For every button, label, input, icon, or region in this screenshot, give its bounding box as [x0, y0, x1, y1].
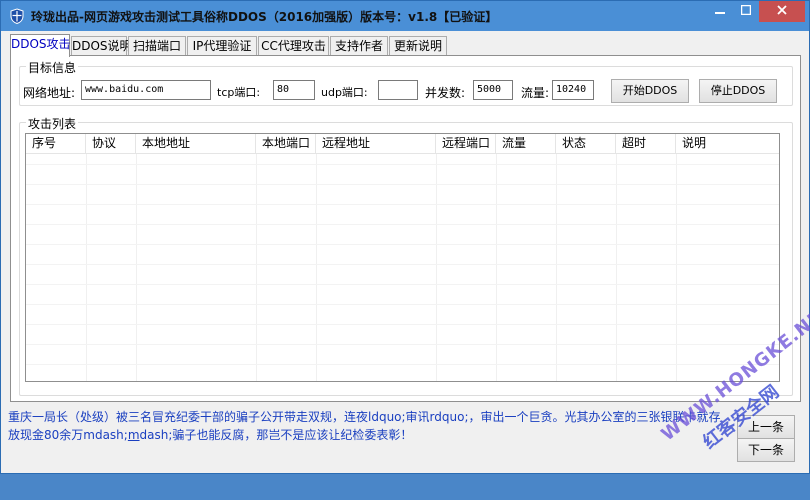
grid-line: [616, 154, 617, 381]
tab-update-notes[interactable]: 更新说明: [389, 36, 447, 56]
start-ddos-button[interactable]: 开始DDOS: [611, 79, 689, 103]
traffic-input[interactable]: 10240: [552, 80, 594, 100]
maximize-icon: [740, 4, 752, 16]
column-header[interactable]: 远程端口: [436, 134, 496, 154]
grid-line: [256, 154, 257, 381]
news-line-2-a: 放现金80余万mdash;: [8, 428, 128, 442]
url-input[interactable]: www.baidu.com: [81, 80, 211, 100]
column-header[interactable]: 本地地址: [136, 134, 256, 154]
tab-ddos-attack[interactable]: DDOS攻击: [10, 34, 71, 57]
grid-line: [26, 224, 779, 225]
grid-line: [556, 154, 557, 381]
column-header[interactable]: 流量: [496, 134, 556, 154]
title-bar[interactable]: 玲珑出品-网页游戏攻击测试工具俗称DDOS（2016加强版）版本号：v1.8【已…: [1, 1, 809, 31]
url-label: 网络地址:: [23, 86, 76, 100]
news-line-2: 放现金80余万mdash;mdash;骗子也能反腐，那岂不是应该让纪检委表彰！: [8, 426, 748, 444]
news-line-1: 重庆一局长（处级）被三名冒充纪委干部的骗子公开带走双规，连夜ldquo;审讯rd…: [8, 410, 721, 424]
column-header[interactable]: 协议: [86, 134, 136, 154]
tcp-port-input[interactable]: 80: [273, 80, 315, 100]
grid-line: [26, 164, 779, 165]
grid-line: [26, 244, 779, 245]
window-title: 玲珑出品-网页游戏攻击测试工具俗称DDOS（2016加强版）版本号：v1.8【已…: [31, 10, 498, 24]
target-info-label: 目标信息: [26, 59, 79, 76]
client-area: DDOS攻击 DDOS说明 扫描端口 IP代理验证 CC代理攻击 支持作者 更新…: [8, 31, 803, 467]
close-icon: [777, 5, 787, 15]
grid-line: [136, 154, 137, 381]
column-header[interactable]: 说明: [676, 134, 779, 154]
grid-line: [436, 154, 437, 381]
tab-port-scan[interactable]: 扫描端口: [128, 36, 186, 56]
news-line-2-underlined: m: [127, 428, 140, 442]
attack-list-table[interactable]: 序号 协议 本地地址 本地端口 远程地址 远程端口 流量 状态 超时 说明: [25, 133, 780, 382]
grid-line: [26, 264, 779, 265]
news-line-2-c: dash;骗子也能反腐，那岂不是应该让纪检委表彰！: [139, 428, 413, 442]
column-header[interactable]: 序号: [26, 134, 86, 154]
udp-port-label: udp端口:: [321, 86, 368, 99]
shield-icon: [10, 8, 24, 24]
grid-line: [26, 344, 779, 345]
minimize-icon: [715, 12, 725, 14]
grid-line: [26, 184, 779, 185]
column-header[interactable]: 远程地址: [316, 134, 436, 154]
table-header: 序号 协议 本地地址 本地端口 远程地址 远程端口 流量 状态 超时 说明: [26, 134, 779, 154]
attack-list-label: 攻击列表: [26, 115, 79, 132]
tcp-port-label: tcp端口:: [217, 86, 261, 99]
concurrency-label: 并发数:: [425, 86, 466, 100]
column-header[interactable]: 状态: [556, 134, 616, 154]
stop-ddos-button[interactable]: 停止DDOS: [699, 79, 777, 103]
minimize-button[interactable]: [707, 1, 733, 22]
grid-line: [316, 154, 317, 381]
grid-line: [26, 324, 779, 325]
prev-news-button[interactable]: 上一条: [737, 415, 795, 439]
grid-line: [26, 204, 779, 205]
maximize-button[interactable]: [733, 1, 759, 22]
traffic-label: 流量:: [521, 86, 550, 100]
column-header[interactable]: 本地端口: [256, 134, 316, 154]
grid-line: [26, 364, 779, 365]
grid-line: [26, 304, 779, 305]
tab-ddos-info[interactable]: DDOS说明: [71, 36, 132, 56]
grid-line: [676, 154, 677, 381]
tab-cc-proxy[interactable]: CC代理攻击: [258, 36, 329, 56]
grid-line: [86, 154, 87, 381]
next-news-button[interactable]: 下一条: [737, 438, 795, 462]
concurrency-input[interactable]: 5000: [473, 80, 513, 100]
close-button[interactable]: [759, 1, 805, 22]
udp-port-input[interactable]: [378, 80, 418, 100]
tab-support-author[interactable]: 支持作者: [330, 36, 388, 56]
table-body: [26, 154, 779, 381]
column-header[interactable]: 超时: [616, 134, 676, 154]
news-ticker: 重庆一局长（处级）被三名冒充纪委干部的骗子公开带走双规，连夜ldquo;审讯rd…: [8, 408, 748, 444]
app-window: 玲珑出品-网页游戏攻击测试工具俗称DDOS（2016加强版）版本号：v1.8【已…: [0, 0, 810, 474]
grid-line: [496, 154, 497, 381]
grid-line: [26, 284, 779, 285]
tab-ip-proxy[interactable]: IP代理验证: [187, 36, 257, 56]
